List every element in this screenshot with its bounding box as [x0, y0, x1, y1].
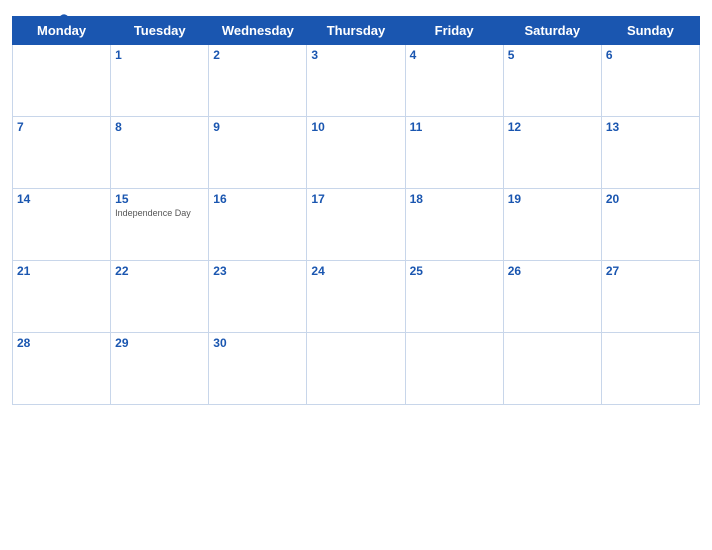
day-number: 27	[606, 264, 695, 278]
day-number: 21	[17, 264, 106, 278]
weekday-header-wednesday: Wednesday	[209, 17, 307, 45]
calendar-cell: 20	[601, 189, 699, 261]
calendar-cell: 13	[601, 117, 699, 189]
calendar-cell: 19	[503, 189, 601, 261]
weekday-header-saturday: Saturday	[503, 17, 601, 45]
calendar-cell: 2	[209, 45, 307, 117]
calendar-week-3: 14 15 Independence Day 16 17 18 19 20	[13, 189, 700, 261]
day-number: 22	[115, 264, 204, 278]
calendar-cell: 7	[13, 117, 111, 189]
calendar-cell: 3	[307, 45, 405, 117]
day-number: 11	[410, 120, 499, 134]
calendar-body: 123456789101112131415Independence Day161…	[13, 45, 700, 405]
calendar-cell: 6	[601, 45, 699, 117]
calendar-cell: 17	[307, 189, 405, 261]
day-number: 1	[115, 48, 204, 62]
day-number: 12	[508, 120, 597, 134]
day-number: 28	[17, 336, 106, 350]
weekday-header-thursday: Thursday	[307, 17, 405, 45]
calendar-cell: 12	[503, 117, 601, 189]
calendar-week-1: 123456	[13, 45, 700, 117]
event-label: Independence Day	[115, 208, 204, 219]
day-number: 15	[115, 192, 204, 206]
calendar-cell: 21	[13, 261, 111, 333]
day-number: 16	[213, 192, 302, 206]
weekday-header-friday: Friday	[405, 17, 503, 45]
calendar-cell: 5	[503, 45, 601, 117]
calendar-cell	[601, 333, 699, 405]
weekday-header-tuesday: Tuesday	[111, 17, 209, 45]
calendar-cell	[503, 333, 601, 405]
calendar-header-row: MondayTuesdayWednesdayThursdayFridaySatu…	[13, 17, 700, 45]
day-number: 9	[213, 120, 302, 134]
day-number: 24	[311, 264, 400, 278]
calendar-cell: 4	[405, 45, 503, 117]
calendar-cell: 25	[405, 261, 503, 333]
calendar-cell: 30	[209, 333, 307, 405]
weekday-header-sunday: Sunday	[601, 17, 699, 45]
calendar-cell: 16	[209, 189, 307, 261]
day-number: 10	[311, 120, 400, 134]
calendar-cell: 27	[601, 261, 699, 333]
calendar-cell	[13, 45, 111, 117]
calendar-week-2: 789 10 11 12 13	[13, 117, 700, 189]
calendar-cell: 26	[503, 261, 601, 333]
day-number: 20	[606, 192, 695, 206]
calendar-cell: 18	[405, 189, 503, 261]
calendar-cell	[405, 333, 503, 405]
logo-bird-icon	[50, 10, 70, 35]
day-number: 2	[213, 48, 302, 62]
calendar-cell: 22	[111, 261, 209, 333]
calendar-cell: 8	[111, 117, 209, 189]
calendar-cell: 15 Independence Day	[111, 189, 209, 261]
day-number: 4	[410, 48, 499, 62]
calendar-week-4: 21 22 23 24 25 26 27	[13, 261, 700, 333]
day-number: 25	[410, 264, 499, 278]
day-number: 5	[508, 48, 597, 62]
day-number: 19	[508, 192, 597, 206]
calendar-cell	[307, 333, 405, 405]
calendar-wrapper: MondayTuesdayWednesdayThursdayFridaySatu…	[0, 0, 712, 550]
calendar-cell: 10	[307, 117, 405, 189]
day-number: 14	[17, 192, 106, 206]
calendar-cell: 9	[209, 117, 307, 189]
day-number: 26	[508, 264, 597, 278]
day-number: 7	[17, 120, 106, 134]
day-number: 18	[410, 192, 499, 206]
calendar-table: MondayTuesdayWednesdayThursdayFridaySatu…	[12, 16, 700, 405]
day-number: 29	[115, 336, 204, 350]
day-number: 6	[606, 48, 695, 62]
day-number: 8	[115, 120, 204, 134]
day-number: 30	[213, 336, 302, 350]
calendar-week-5: 28 29 30	[13, 333, 700, 405]
calendar-cell: 28	[13, 333, 111, 405]
calendar-cell: 11	[405, 117, 503, 189]
day-number: 13	[606, 120, 695, 134]
calendar-cell: 1	[111, 45, 209, 117]
day-number: 3	[311, 48, 400, 62]
calendar-cell: 29	[111, 333, 209, 405]
calendar-cell: 24	[307, 261, 405, 333]
day-number: 17	[311, 192, 400, 206]
calendar-cell: 23	[209, 261, 307, 333]
day-number: 23	[213, 264, 302, 278]
calendar-cell: 14	[13, 189, 111, 261]
